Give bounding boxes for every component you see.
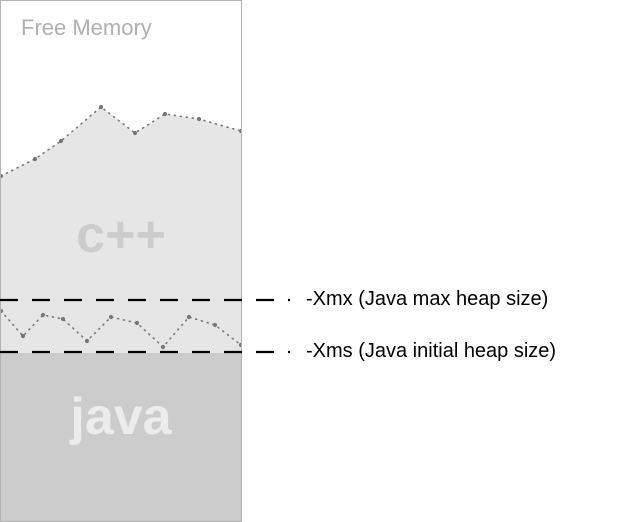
xmx-annotation: -Xmx (Java max heap size) (306, 288, 548, 311)
memory-diagram: Free Memory c++ java (0, 0, 242, 522)
cpp-label: c++ (1, 205, 241, 265)
free-memory-label: Free Memory (21, 15, 152, 41)
java-label: java (1, 387, 241, 447)
xms-annotation: -Xms (Java initial heap size) (306, 340, 556, 363)
